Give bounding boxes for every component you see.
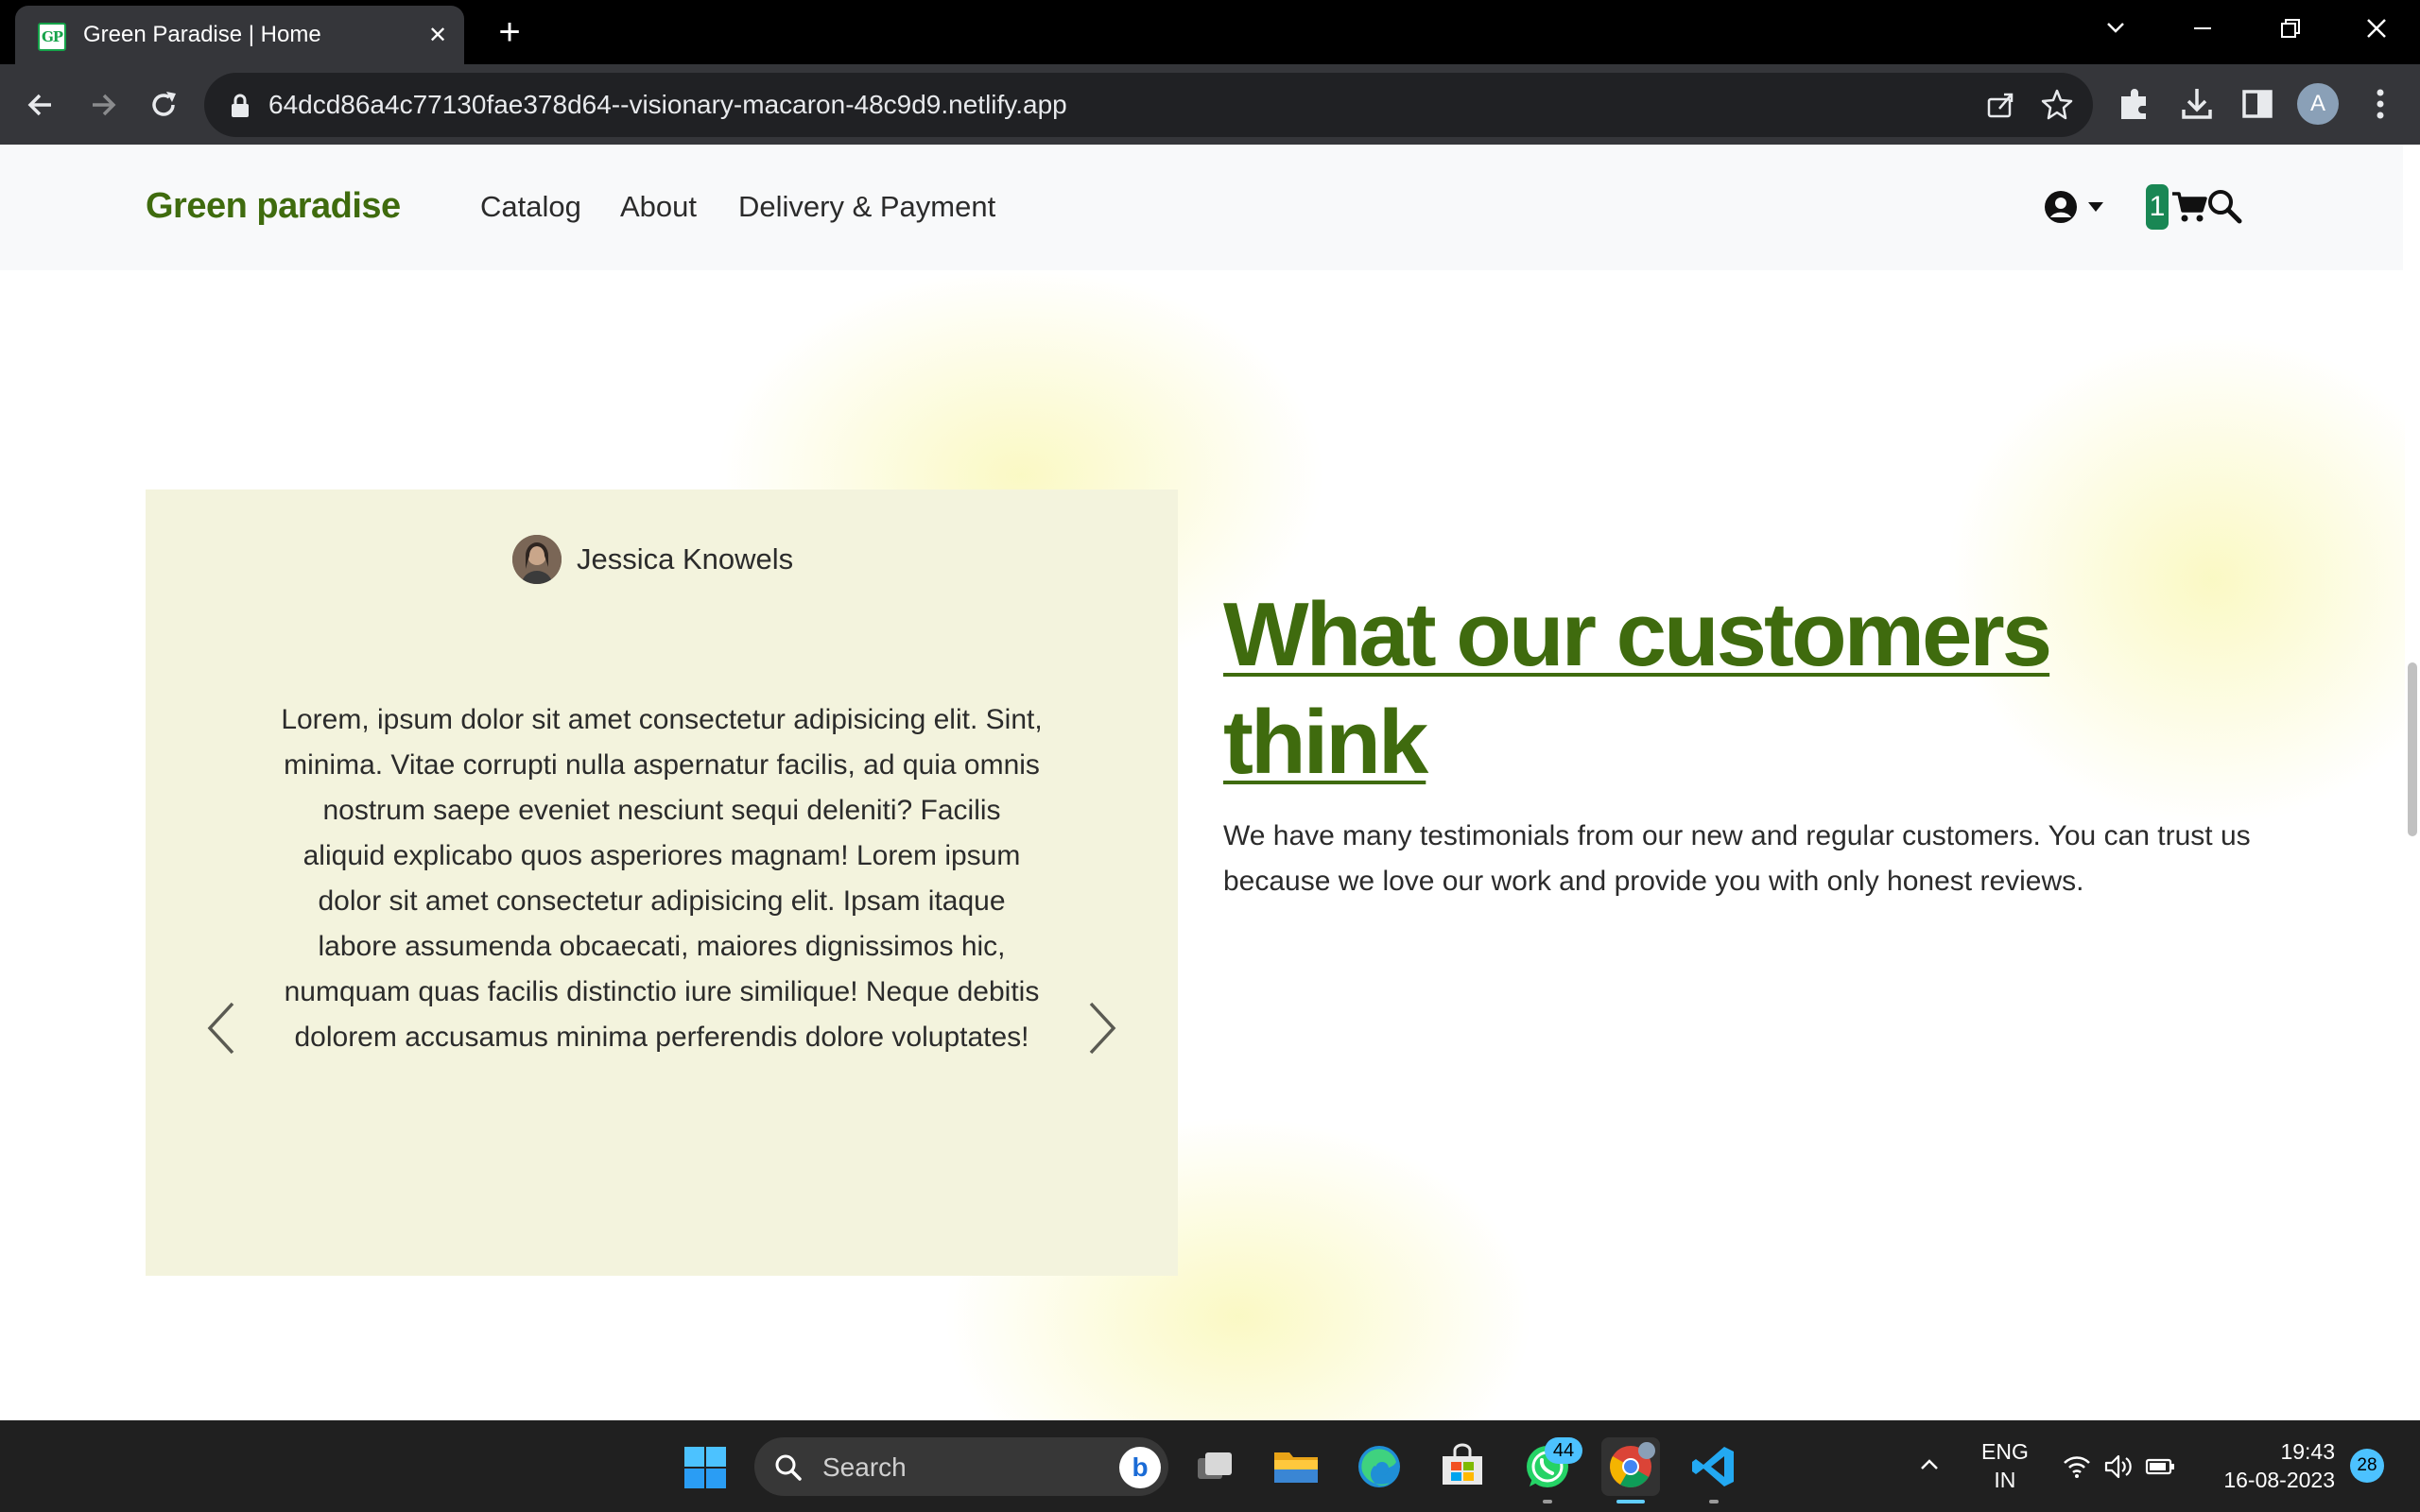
back-icon[interactable]: [17, 81, 64, 129]
browser-toolbar: 64dcd86a4c77130fae378d64--visionary-maca…: [0, 64, 2420, 145]
running-indicator-active: [1616, 1500, 1645, 1503]
search-icon[interactable]: [2206, 188, 2242, 224]
download-icon[interactable]: [2174, 81, 2220, 127]
lock-icon[interactable]: [229, 94, 251, 118]
chrome-browser-icon[interactable]: [1601, 1437, 1660, 1503]
taskbar-search-box[interactable]: Search b: [754, 1437, 1168, 1496]
site-logo[interactable]: Green paradise: [146, 186, 401, 227]
volume-icon[interactable]: [2102, 1451, 2135, 1483]
reviewer-name: Jessica Knowels: [577, 542, 794, 576]
extensions-puzzle-icon[interactable]: [2112, 81, 2157, 127]
restore-icon[interactable]: [2261, 8, 2318, 49]
taskbar-search-icon: [775, 1454, 802, 1481]
section-heading[interactable]: What our customers think: [1223, 581, 2169, 797]
nav-link-catalog[interactable]: Catalog: [480, 190, 581, 224]
side-panel-icon[interactable]: [2235, 81, 2280, 127]
forward-icon[interactable]: [79, 81, 127, 129]
edge-browser-icon[interactable]: [1350, 1437, 1409, 1496]
system-clock[interactable]: 19:43 16-08-2023: [2203, 1437, 2335, 1494]
show-hidden-icons-chevron-icon[interactable]: [1915, 1451, 1944, 1479]
cart-count-badge: 1: [2146, 184, 2169, 230]
tab-favicon: GP: [38, 23, 66, 51]
whatsapp-unread-badge: 44: [1545, 1437, 1582, 1464]
page-scrollbar[interactable]: [2405, 145, 2420, 1420]
share-icon[interactable]: [1981, 86, 2019, 124]
file-explorer-icon[interactable]: [1267, 1437, 1325, 1496]
vscode-icon[interactable]: [1685, 1437, 1743, 1503]
user-account-icon[interactable]: [2044, 190, 2078, 224]
wifi-icon[interactable]: [2061, 1451, 2093, 1483]
clock-date: 16-08-2023: [2223, 1468, 2335, 1492]
tab-close-icon[interactable]: ✕: [422, 19, 454, 51]
input-language[interactable]: ENG IN: [1981, 1437, 2029, 1494]
microsoft-store-icon[interactable]: [1433, 1437, 1492, 1496]
cart-icon[interactable]: [2170, 190, 2208, 224]
bing-icon[interactable]: b: [1119, 1447, 1161, 1488]
reload-icon[interactable]: [140, 81, 187, 129]
testimonial-text: Lorem, ipsum dolor sit amet consectetur …: [281, 704, 1043, 1053]
tab-search-chevron-icon[interactable]: [2087, 8, 2144, 49]
page-viewport: Green paradise Catalog About Delivery & …: [0, 145, 2420, 1420]
close-window-icon[interactable]: [2348, 8, 2405, 49]
profile-avatar[interactable]: A: [2297, 83, 2339, 125]
nav-link-about[interactable]: About: [620, 190, 697, 224]
site-header: Green paradise Catalog About Delivery & …: [0, 145, 2403, 270]
browser-tab[interactable]: GP Green Paradise | Home ✕: [15, 6, 464, 64]
nav-link-delivery-payment[interactable]: Delivery & Payment: [738, 190, 995, 224]
task-view-icon[interactable]: [1185, 1437, 1244, 1496]
carousel-next-icon[interactable]: [1080, 998, 1121, 1058]
account-dropdown-caret-icon[interactable]: [2087, 201, 2104, 213]
taskbar: Search b 44 ENG IN 19:43 16-08-2023 28: [0, 1420, 2420, 1512]
browser-titlebar: GP Green Paradise | Home ✕ +: [0, 0, 2420, 64]
testimonial-card: Jessica Knowels Lorem, ipsum dolor sit a…: [146, 490, 1178, 1276]
minimize-icon[interactable]: [2174, 8, 2231, 49]
running-indicator: [1709, 1500, 1719, 1503]
address-bar[interactable]: 64dcd86a4c77130fae378d64--visionary-maca…: [204, 73, 2093, 137]
tab-title: Green Paradise | Home: [83, 22, 321, 47]
reviewer-avatar: [512, 535, 562, 584]
carousel-prev-icon[interactable]: [202, 998, 244, 1058]
more-menu-icon[interactable]: [2358, 81, 2403, 127]
section-description: We have many testimonials from our new a…: [1223, 820, 2251, 897]
url-text[interactable]: 64dcd86a4c77130fae378d64--visionary-maca…: [268, 90, 1067, 120]
new-tab-button[interactable]: +: [488, 13, 531, 53]
language-code: ENG: [1981, 1439, 2029, 1464]
scrollbar-thumb[interactable]: [2408, 662, 2417, 836]
clock-time: 19:43: [2280, 1439, 2335, 1464]
running-indicator: [1543, 1500, 1552, 1503]
battery-icon[interactable]: [2144, 1451, 2176, 1483]
taskbar-search-label: Search: [822, 1452, 907, 1482]
notification-count-badge[interactable]: 28: [2350, 1449, 2384, 1483]
region-code: IN: [1994, 1468, 2016, 1492]
windows-start-icon[interactable]: [683, 1445, 728, 1490]
bookmark-star-icon[interactable]: [2038, 86, 2076, 124]
